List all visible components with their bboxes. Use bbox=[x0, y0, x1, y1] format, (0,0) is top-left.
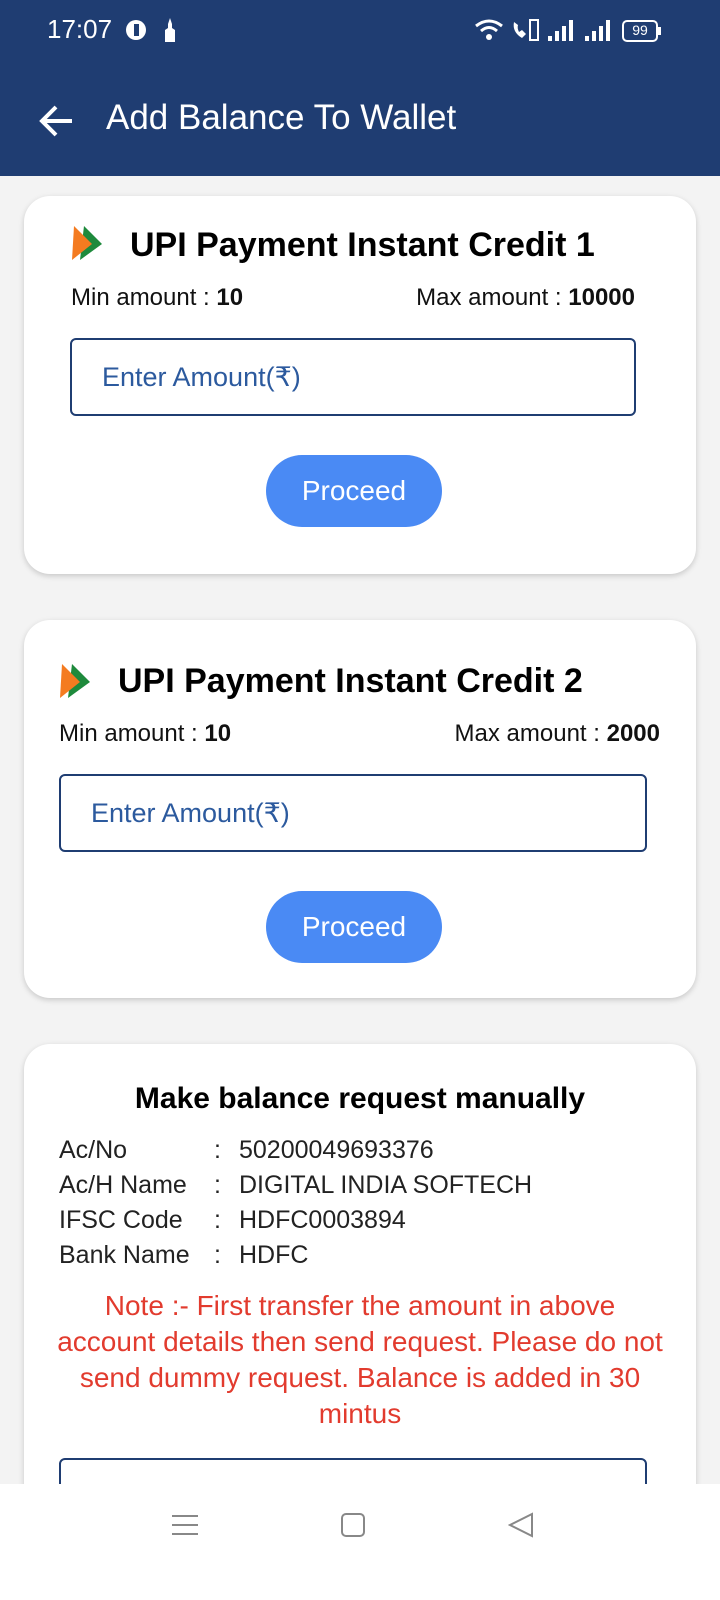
min-amount-label: Min amount : bbox=[59, 720, 198, 747]
min-amount-value: 10 bbox=[204, 720, 232, 747]
home-square-icon[interactable] bbox=[341, 1512, 365, 1543]
card-title: UPI Payment Instant Credit 2 bbox=[118, 662, 583, 700]
bank-name-row: Bank Name: HDFC bbox=[59, 1241, 309, 1269]
volte-icon bbox=[510, 18, 540, 47]
row-label: Bank Name bbox=[59, 1241, 190, 1269]
upi-card-2: UPI Payment Instant Credit 2 Min amount … bbox=[24, 620, 696, 998]
proceed-button[interactable]: Proceed bbox=[266, 455, 442, 527]
page-title: Add Balance To Wallet bbox=[106, 98, 457, 137]
row-value: HDFC0003894 bbox=[239, 1206, 406, 1234]
min-amount-label: Min amount : bbox=[71, 284, 210, 311]
amount-field[interactable] bbox=[59, 774, 647, 852]
account-holder-row: Ac/H Name: DIGITAL INDIA SOFTECH bbox=[59, 1171, 533, 1199]
notification-icon bbox=[163, 18, 177, 49]
status-bar: 17:07 99 bbox=[0, 0, 720, 64]
back-triangle-icon[interactable] bbox=[507, 1512, 534, 1543]
row-value: DIGITAL INDIA SOFTECH bbox=[239, 1171, 533, 1199]
row-label: Ac/H Name bbox=[59, 1171, 187, 1199]
amount-field[interactable] bbox=[70, 338, 636, 416]
card-title: UPI Payment Instant Credit 1 bbox=[130, 226, 595, 264]
upi-card-1: UPI Payment Instant Credit 1 Min amount … bbox=[24, 196, 696, 574]
vpn-key-icon bbox=[125, 18, 147, 47]
row-value: HDFC bbox=[239, 1241, 309, 1269]
min-amount: Min amount : 10 bbox=[59, 720, 231, 748]
proceed-button[interactable]: Proceed bbox=[266, 891, 442, 963]
wifi-icon bbox=[474, 18, 504, 47]
system-nav-bar bbox=[0, 1484, 720, 1600]
row-value: 50200049693376 bbox=[239, 1136, 434, 1164]
status-time: 17:07 bbox=[47, 14, 113, 44]
amount-input[interactable] bbox=[61, 776, 645, 850]
max-amount-label: Max amount : bbox=[416, 284, 562, 311]
max-amount: Max amount : 10000 bbox=[416, 284, 635, 312]
manual-title: Make balance request manually bbox=[134, 1082, 586, 1115]
row-label: IFSC Code bbox=[59, 1206, 183, 1234]
max-amount-label: Max amount : bbox=[454, 720, 600, 747]
signal-icon bbox=[585, 18, 613, 47]
max-amount: Max amount : 2000 bbox=[455, 720, 660, 748]
min-amount-value: 10 bbox=[216, 284, 244, 311]
max-amount-value: 2000 bbox=[606, 720, 660, 747]
upi-logo-icon bbox=[72, 224, 104, 262]
max-amount-value: 10000 bbox=[568, 284, 635, 311]
upi-logo-icon bbox=[60, 662, 92, 700]
row-label: Ac/No bbox=[59, 1136, 128, 1164]
ifsc-row: IFSC Code: HDFC0003894 bbox=[59, 1206, 406, 1234]
menu-icon[interactable] bbox=[172, 1512, 198, 1543]
account-number-row: Ac/No:50200049693376 bbox=[59, 1136, 434, 1164]
battery-icon: 99 bbox=[622, 20, 662, 47]
battery-level: 99 bbox=[632, 22, 648, 38]
back-arrow-icon[interactable] bbox=[36, 100, 78, 142]
amount-input[interactable] bbox=[72, 340, 634, 414]
min-amount: Min amount : 10 bbox=[71, 284, 243, 312]
app-bar: 17:07 99 Add Balance To Wallet bbox=[0, 0, 720, 176]
warning-note: Note :- First transfer the amount in abo… bbox=[57, 1290, 663, 1429]
signal-icon bbox=[548, 18, 576, 47]
